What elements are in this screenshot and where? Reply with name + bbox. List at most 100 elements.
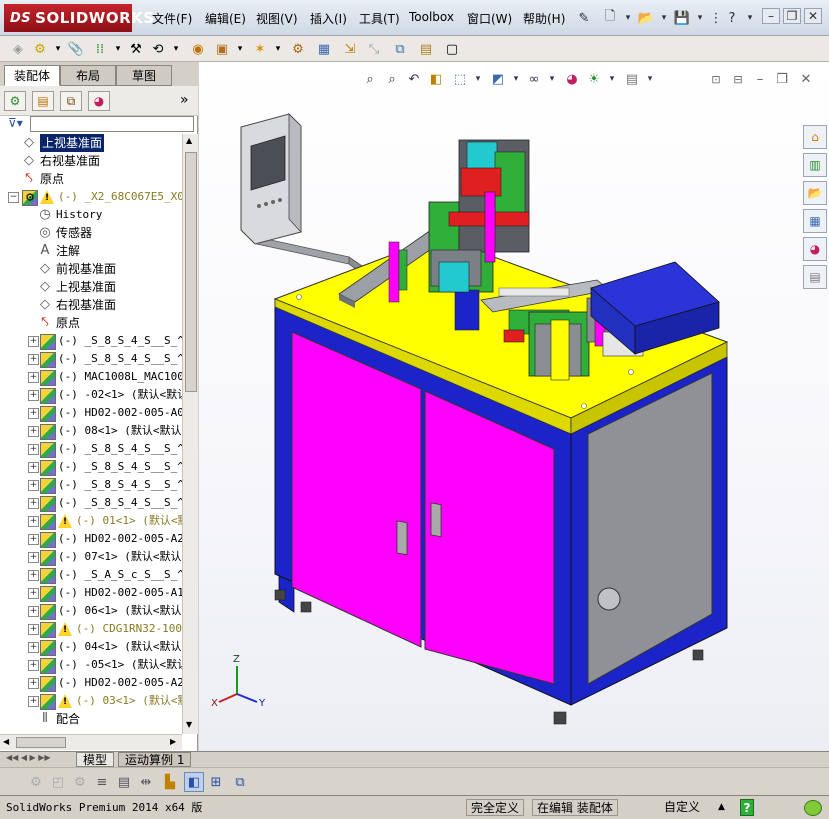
export-icon[interactable]: ⧉ — [230, 772, 250, 792]
tab-model[interactable]: 模型 — [76, 752, 115, 767]
assembly-features-icon[interactable]: ▣ — [212, 39, 232, 59]
align-icon[interactable]: ⇹ — [136, 772, 156, 792]
feature-manager-icon[interactable]: ⚙ — [4, 91, 26, 111]
pattern-dropdown-icon[interactable]: ▾ — [108, 39, 128, 59]
table-icon[interactable]: ⊞ — [206, 772, 226, 792]
tab-layout[interactable]: 布局 — [60, 65, 116, 86]
tree-item[interactable]: +! (-) 01<1> (默认<默 — [0, 512, 182, 530]
tree-item[interactable]: ◇ 前视基准面 — [0, 260, 182, 278]
tree-item[interactable]: + (-) 06<1> (默认<默认 — [0, 602, 182, 620]
units-dropdown-icon[interactable]: ▲ — [718, 799, 725, 816]
tab-motion-study[interactable]: 运动算例 1 — [118, 752, 192, 767]
menu-tools[interactable]: 工具(T) — [359, 10, 400, 27]
menu-edit[interactable]: 编辑(E) — [205, 10, 246, 27]
isometric-view-icon[interactable]: ◧ — [184, 772, 204, 792]
filter-icon[interactable]: ⊽▾ — [8, 116, 23, 130]
expand-panel-icon[interactable]: » — [180, 92, 189, 108]
features-dropdown-icon[interactable]: ▾ — [230, 39, 250, 59]
scroll-left-icon[interactable]: ◀ — [3, 737, 9, 746]
smart-dimension-icon[interactable]: ⚙ — [70, 772, 90, 792]
tree-item[interactable]: + (-) _S_8_S_4_S__S_^ — [0, 440, 182, 458]
units-custom[interactable]: 自定义 — [664, 799, 700, 816]
expand-icon[interactable]: + — [28, 462, 39, 473]
expand-icon[interactable]: + — [28, 588, 39, 599]
tree-item[interactable]: ⤣ 原点 — [0, 170, 182, 188]
tree-item[interactable]: + (-) _S_8_S_4_S__S_^ — [0, 332, 182, 350]
expand-icon[interactable]: + — [28, 390, 39, 401]
tree-item[interactable]: + (-) HD02-002-005-A04 — [0, 404, 182, 422]
show-hidden-icon[interactable]: ◉ — [188, 39, 208, 59]
notification-icon[interactable] — [804, 800, 822, 816]
move-component-icon[interactable]: ⟲ — [148, 39, 168, 59]
tree-item[interactable]: +! (-) CDG1RN32-100- — [0, 620, 182, 638]
tree-item[interactable]: +! (-) 03<1> (默认<默 — [0, 692, 182, 710]
expand-icon[interactable]: + — [28, 426, 39, 437]
menu-toolbox[interactable]: Toolbox — [409, 10, 454, 24]
expand-icon[interactable]: + — [28, 354, 39, 365]
filter-input[interactable] — [30, 116, 194, 132]
tree-item[interactable]: ⫴ 配合 — [0, 710, 182, 728]
tree-horizontal-scrollbar[interactable]: ◀ ▶ — [0, 734, 182, 750]
tree-item[interactable]: + (-) -02<1> (默认<默认 — [0, 386, 182, 404]
expand-icon[interactable]: + — [28, 678, 39, 689]
clearance-icon[interactable]: ▤ — [416, 39, 436, 59]
tree-item[interactable]: ⤣ 原点 — [0, 314, 182, 332]
scroll-right-icon[interactable]: ▶ — [170, 737, 176, 746]
tree-item[interactable]: + (-) _S_8_S_4_S__S_^ — [0, 350, 182, 368]
collapse-icon[interactable]: − — [8, 192, 19, 203]
expand-icon[interactable]: + — [28, 408, 39, 419]
help-dropdown-icon[interactable]: ▾ — [740, 8, 760, 28]
tree-item[interactable]: + (-) 08<1> (默认<默认 — [0, 422, 182, 440]
expand-icon[interactable]: + — [28, 336, 39, 347]
menu-window[interactable]: 窗口(W) — [467, 10, 512, 27]
expand-icon[interactable]: + — [28, 624, 39, 635]
reference-dropdown-icon[interactable]: ▾ — [268, 39, 288, 59]
assembly-tool-icon[interactable]: ◈ — [8, 39, 28, 59]
tree-item[interactable]: + (-) HD02-002-005-A20 — [0, 530, 182, 548]
scroll-down-icon[interactable]: ▼ — [186, 720, 192, 729]
expand-icon[interactable]: + — [28, 642, 39, 653]
tree-item[interactable]: + (-) 04<1> (默认<默认 — [0, 638, 182, 656]
tree-item[interactable]: + (-) _S_8_S_4_S__S_^ — [0, 494, 182, 512]
tree-item[interactable]: ◎ 传感器 — [0, 224, 182, 242]
new-dropdown-icon[interactable]: ▾ — [618, 8, 638, 28]
tree-item[interactable]: + (-) -05<1> (默认<默认 — [0, 656, 182, 674]
sketch-icon[interactable]: ◰ — [48, 772, 68, 792]
tree-item[interactable]: A 注解 — [0, 242, 182, 260]
exploded-view-icon[interactable]: ⇲ — [340, 39, 360, 59]
smart-fasteners-icon[interactable]: ⚒ — [126, 39, 146, 59]
expand-icon[interactable]: + — [28, 534, 39, 545]
tree-item[interactable]: + (-) _S_8_S_4_S__S_^ — [0, 458, 182, 476]
tree-item[interactable]: ◇ 上视基准面 — [0, 278, 182, 296]
expand-icon[interactable]: + — [28, 516, 39, 527]
help-question-icon[interactable]: ? — [722, 8, 742, 28]
configuration-manager-icon[interactable]: ⧉ — [60, 91, 82, 111]
tree-vertical-scrollbar[interactable]: ▲ ▼ — [182, 134, 198, 734]
menu-insert[interactable]: 插入(I) — [310, 10, 347, 27]
mate-icon[interactable]: 📎 — [66, 39, 86, 59]
new-motion-study-icon[interactable]: ⚙ — [288, 39, 308, 59]
move-dropdown-icon[interactable]: ▾ — [166, 39, 186, 59]
tab-nav-icons[interactable]: ◀◀ ◀ ▶ ▶▶ — [6, 753, 51, 762]
scroll-up-icon[interactable]: ▲ — [186, 136, 192, 145]
tree-item[interactable]: ◇ 右视基准面 — [0, 152, 182, 170]
grid-icon[interactable]: ▤ — [114, 772, 134, 792]
expand-icon[interactable]: + — [28, 696, 39, 707]
tree-item[interactable]: ◷ History — [0, 206, 182, 224]
expand-icon[interactable]: + — [28, 552, 39, 563]
tab-sketch[interactable]: 草图 — [116, 65, 172, 86]
h-scroll-thumb[interactable] — [16, 737, 66, 748]
graphics-viewport[interactable]: ⌕ ⌕ ↶ ◧ ⬚ ▾ ◩ ▾ ∞ ▾ ◕ ☀ ▾ ▤ ▾ ⊡ ⊟ – ❐ ✕ … — [199, 62, 829, 751]
tree-item[interactable]: + (-) HD02-002-005-A19 — [0, 584, 182, 602]
help-icon[interactable]: ? — [740, 799, 754, 816]
tree-item[interactable]: + (-) HD02-002-005-A28 — [0, 674, 182, 692]
close-button[interactable]: ✕ — [804, 8, 822, 24]
tab-assembly[interactable]: 装配体 — [4, 65, 60, 86]
tree-item[interactable]: − ⚙! (-) _X2_68C067E5_X0_ — [0, 188, 182, 206]
chart-icon[interactable]: ▙ — [160, 772, 180, 792]
interference-detection-icon[interactable]: ⧉ — [390, 39, 410, 59]
expand-icon[interactable]: + — [28, 480, 39, 491]
tree-item[interactable]: + (-) _S_A_S_c_S__S_^ — [0, 566, 182, 584]
minimize-button[interactable]: – — [762, 8, 780, 24]
restore-button[interactable]: ❐ — [783, 8, 801, 24]
